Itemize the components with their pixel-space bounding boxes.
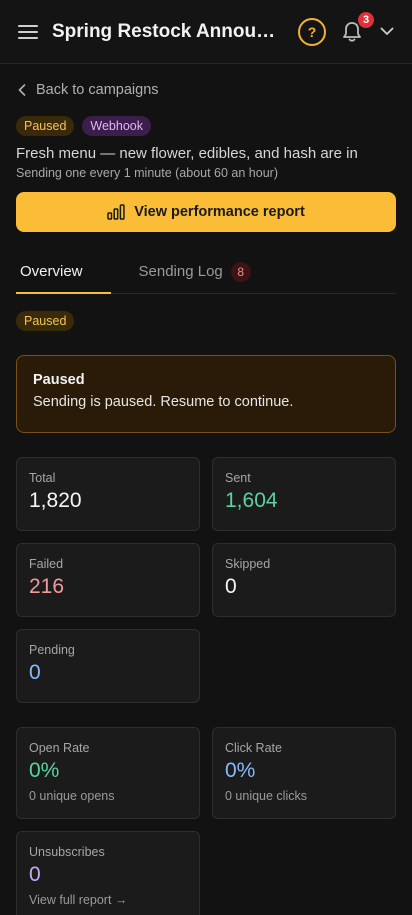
stat-label: Total — [29, 471, 56, 485]
top-bar: Spring Restock Announc... ? 3 — [0, 0, 412, 64]
campaign-tags: Paused Webhook — [16, 116, 396, 136]
paused-alert: Paused Sending is paused. Resume to cont… — [16, 355, 396, 433]
sending-log-count-badge: 8 — [230, 261, 251, 282]
engagement-grid: Open Rate 0% 0 unique opens Click Rate 0… — [16, 727, 396, 915]
campaign-schedule: Sending one every 1 minute (about 60 an … — [16, 166, 278, 180]
notifications-button[interactable]: 3 — [338, 11, 374, 46]
stat-card-unsubscribes[interactable]: Unsubscribes 0 View full report → — [16, 831, 200, 915]
back-label: Back to campaigns — [36, 82, 159, 98]
stat-card-pending: Pending 0 — [16, 629, 200, 703]
alert-message: Sending is paused. Resume to continue. — [33, 394, 294, 410]
stats-grid: Total 1,820 Sent 1,604 Failed 216 Skippe… — [16, 457, 396, 703]
performance-report-label: View performance report — [134, 204, 305, 220]
stat-card-open-rate: Open Rate 0% 0 unique opens — [16, 727, 200, 819]
stat-label: Click Rate — [225, 741, 282, 755]
stat-label: Unsubscribes — [29, 845, 105, 859]
stat-card-sent: Sent 1,604 — [212, 457, 396, 531]
stat-sub: 0 unique opens — [29, 789, 115, 803]
stat-label: Skipped — [225, 557, 271, 571]
notification-count-badge: 3 — [358, 11, 374, 28]
chevron-left-icon — [18, 84, 26, 96]
stat-card-failed: Failed 216 — [16, 543, 200, 617]
chevron-down-icon[interactable] — [378, 23, 396, 41]
main-content: Back to campaigns Paused Webhook Fresh m… — [0, 80, 412, 915]
stat-label: Pending — [29, 643, 75, 657]
stat-label: Failed — [29, 557, 64, 571]
tab-sending-log[interactable]: Sending Log 8 — [111, 250, 255, 293]
view-performance-report-button[interactable]: View performance report — [16, 192, 396, 232]
paused-tag: Paused — [16, 116, 75, 136]
bar-chart-icon — [107, 204, 125, 220]
alert-title: Paused — [33, 372, 85, 388]
stat-card-total: Total 1,820 — [16, 457, 200, 531]
view-full-report-link[interactable]: View full report → — [29, 893, 187, 907]
campaign-description: Fresh menu — new flower, edibles, and ha… — [16, 145, 358, 162]
tab-overview-label: Overview — [20, 263, 83, 280]
page-title: Spring Restock Announc... — [52, 20, 284, 42]
tab-sending-log-label: Sending Log — [138, 263, 223, 280]
stat-value: 0 — [225, 575, 237, 598]
webhook-tag: Webhook — [82, 116, 151, 136]
status-badge: Paused — [16, 311, 75, 331]
back-to-campaigns-link[interactable]: Back to campaigns — [16, 80, 396, 100]
stat-value: 1,604 — [225, 489, 278, 512]
stat-value: 216 — [29, 575, 65, 598]
stat-value: 0 — [29, 863, 41, 886]
stat-value: 0 — [29, 661, 41, 684]
stat-value: 0% — [29, 759, 60, 782]
stat-card-skipped: Skipped 0 — [212, 543, 396, 617]
stat-label: Sent — [225, 471, 251, 485]
stat-value: 1,820 — [29, 489, 82, 512]
stat-value: 0% — [225, 759, 256, 782]
stat-label: Open Rate — [29, 741, 90, 755]
question-circle-icon[interactable]: ? — [298, 17, 326, 46]
stat-card-click-rate: Click Rate 0% 0 unique clicks — [212, 727, 396, 819]
tab-bar: Overview Sending Log 8 — [16, 250, 396, 294]
tab-overview[interactable]: Overview — [16, 250, 111, 294]
hamburger-menu-icon[interactable] — [16, 20, 40, 44]
stat-sub: 0 unique clicks — [225, 789, 307, 803]
